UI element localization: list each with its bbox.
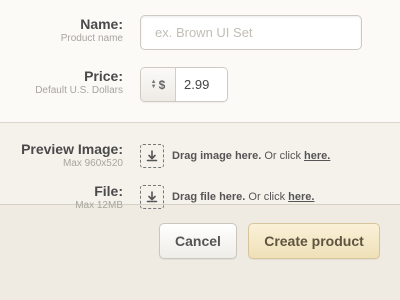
image-drop-zone[interactable] xyxy=(140,144,164,168)
price-input-group: ▲ ▼ $ xyxy=(140,67,228,102)
image-drag-text: Drag image here. xyxy=(172,150,262,162)
preview-image-label: Preview Image: xyxy=(21,141,123,157)
preview-image-sublabel: Max 960x520 xyxy=(62,158,123,169)
currency-symbol: $ xyxy=(158,77,166,92)
image-upload-link[interactable]: here. xyxy=(304,150,330,162)
currency-select[interactable]: ▲ ▼ $ xyxy=(141,68,176,101)
create-product-button[interactable]: Create product xyxy=(248,223,380,259)
file-label: File: xyxy=(94,183,123,199)
price-input[interactable] xyxy=(176,68,227,101)
name-sublabel: Product name xyxy=(60,33,123,44)
price-sublabel: Default U.S. Dollars xyxy=(35,85,123,96)
price-label: Price: xyxy=(84,68,123,84)
name-label-group: Name: Product name xyxy=(0,16,123,46)
download-arrow-icon xyxy=(146,191,158,203)
up-down-arrows-icon: ▲ ▼ xyxy=(150,78,157,90)
image-drop-instructions: Drag image here. Or click here. xyxy=(172,149,330,163)
product-name-input[interactable] xyxy=(140,15,362,50)
file-sublabel: Max 12MB xyxy=(75,200,123,211)
download-arrow-icon xyxy=(146,150,158,162)
image-or-click-text: Or click xyxy=(261,150,305,162)
cancel-button[interactable]: Cancel xyxy=(159,223,237,259)
file-drag-text: Drag file here. xyxy=(172,191,246,203)
name-label: Name: xyxy=(80,16,123,32)
file-label-group: File: Max 12MB xyxy=(0,183,123,213)
file-drop-instructions: Drag file here. Or click here. xyxy=(172,190,314,204)
file-drop-zone[interactable] xyxy=(140,185,164,209)
file-or-click-text: Or click xyxy=(245,191,289,203)
file-upload-link[interactable]: here. xyxy=(288,191,314,203)
price-label-group: Price: Default U.S. Dollars xyxy=(0,68,123,98)
preview-label-group: Preview Image: Max 960x520 xyxy=(0,141,123,171)
